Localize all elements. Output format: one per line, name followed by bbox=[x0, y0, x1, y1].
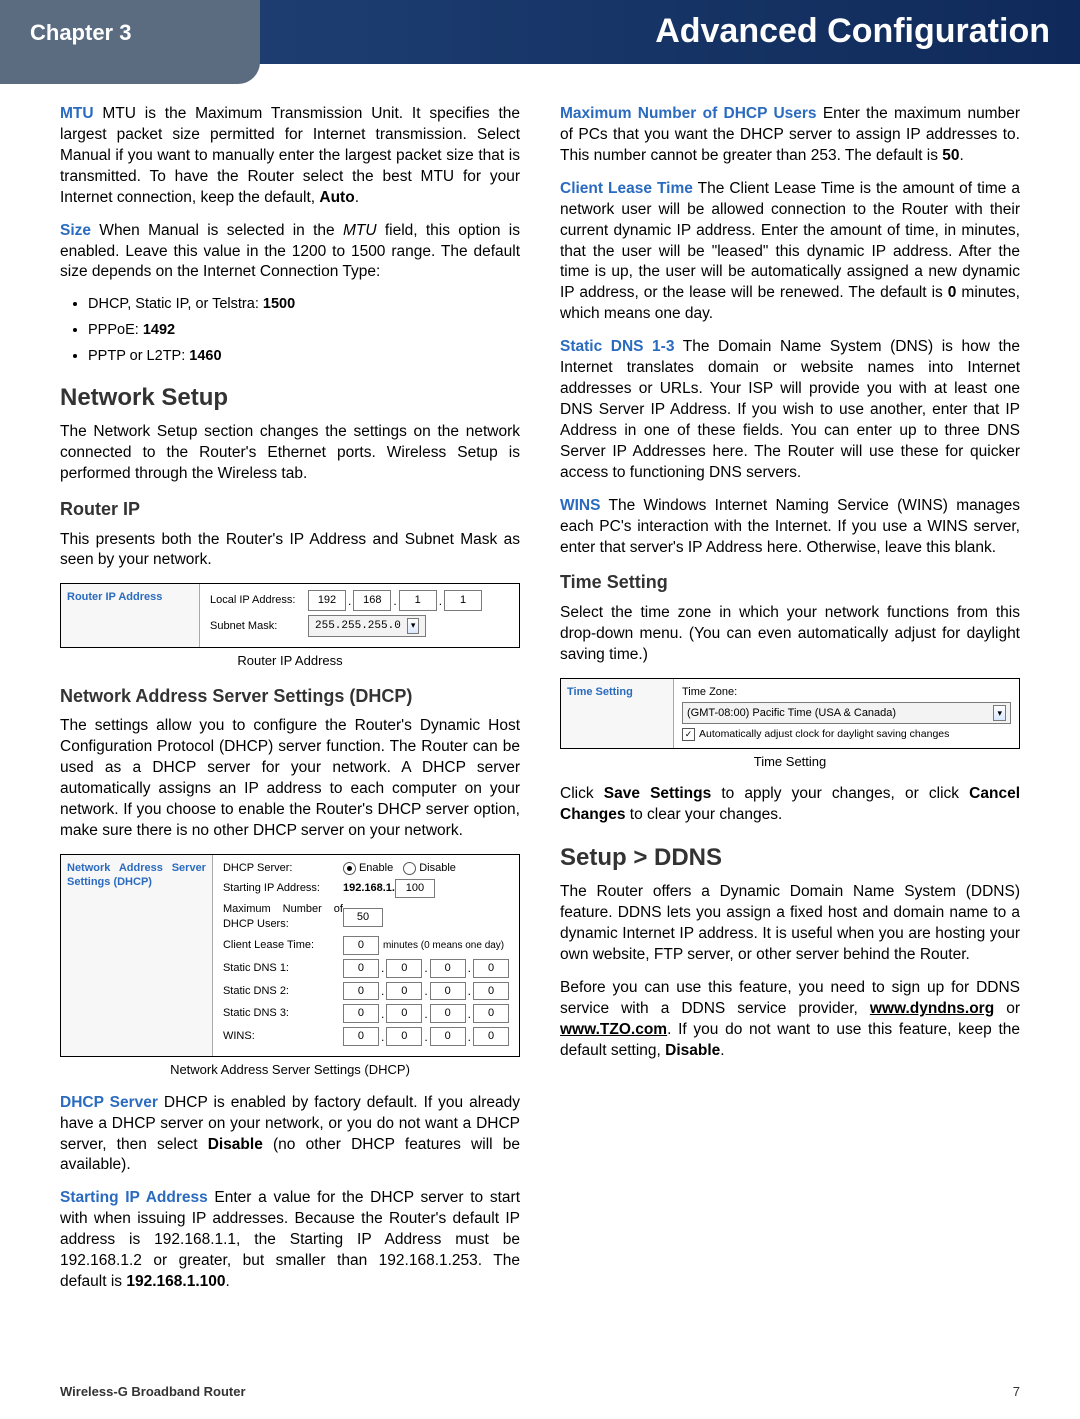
time-setting-paragraph: Select the time zone in which your netwo… bbox=[560, 603, 1020, 666]
wins-octet[interactable]: 0 bbox=[473, 1027, 509, 1046]
dhcp-heading: Network Address Server Settings (DHCP) bbox=[60, 684, 520, 708]
dhcp-server-option-paragraph: DHCP Server DHCP is enabled by factory d… bbox=[60, 1093, 520, 1177]
figure-caption: Network Address Server Settings (DHCP) bbox=[60, 1061, 520, 1079]
mtu-term: MTU bbox=[60, 105, 94, 122]
figure-time-setting: Time Setting Time Zone: (GMT-08:00) Paci… bbox=[560, 678, 1020, 749]
page-header: Chapter 3 Advanced Configuration bbox=[0, 0, 1080, 64]
dns-octet[interactable]: 0 bbox=[343, 1004, 379, 1023]
size-term: Size bbox=[60, 222, 91, 239]
time-setting-heading: Time Setting bbox=[560, 570, 1020, 594]
lease-time-label: Client Lease Time: bbox=[223, 938, 343, 953]
network-setup-heading: Network Setup bbox=[60, 382, 520, 414]
static-dns1-label: Static DNS 1: bbox=[223, 961, 343, 976]
lease-time-paragraph: Client Lease Time The Client Lease Time … bbox=[560, 179, 1020, 325]
figure-caption: Router IP Address bbox=[60, 652, 520, 670]
link-tzo[interactable]: www.TZO.com bbox=[560, 1021, 667, 1038]
wins-octet[interactable]: 0 bbox=[386, 1027, 422, 1046]
ddns-paragraph-1: The Router offers a Dynamic Domain Name … bbox=[560, 882, 1020, 966]
dst-checkbox-row[interactable]: ✓ Automatically adjust clock for dayligh… bbox=[682, 727, 1011, 741]
timezone-label: Time Zone: bbox=[682, 685, 1011, 700]
list-item: DHCP, Static IP, or Telstra: 1500 bbox=[88, 295, 520, 315]
dns-octet[interactable]: 0 bbox=[386, 1004, 422, 1023]
static-dns3-label: Static DNS 3: bbox=[223, 1006, 343, 1021]
page-body: MTU MTU is the Maximum Transmission Unit… bbox=[0, 64, 1080, 1374]
dns-octet[interactable]: 0 bbox=[343, 982, 379, 1001]
figure-side-label: Time Setting bbox=[561, 679, 674, 748]
chapter-label: Chapter 3 bbox=[0, 0, 260, 84]
figure-side-label: Network Address Server Settings (DHCP) bbox=[61, 855, 213, 1057]
wins-octet[interactable]: 0 bbox=[343, 1027, 379, 1046]
starting-ip-input[interactable]: 100 bbox=[395, 879, 435, 898]
static-dns-paragraph: Static DNS 1-3 The Domain Name System (D… bbox=[560, 337, 1020, 483]
link-dyndns[interactable]: www.dyndns.org bbox=[870, 1000, 994, 1017]
max-users-input[interactable]: 50 bbox=[343, 908, 383, 927]
figure-dhcp: Network Address Server Settings (DHCP) D… bbox=[60, 854, 520, 1058]
local-ip-label: Local IP Address: bbox=[210, 593, 308, 608]
figure-caption: Time Setting bbox=[560, 753, 1020, 771]
timezone-select[interactable]: (GMT-08:00) Pacific Time (USA & Canada) … bbox=[682, 702, 1011, 724]
lease-time-input[interactable]: 0 bbox=[343, 936, 379, 955]
dhcp-paragraph: The settings allow you to configure the … bbox=[60, 716, 520, 842]
size-paragraph: Size When Manual is selected in the MTU … bbox=[60, 221, 520, 284]
dhcp-enable-radio[interactable]: Enable bbox=[343, 861, 393, 876]
ip-octet-4[interactable]: 1 bbox=[444, 590, 482, 611]
dns-octet[interactable]: 0 bbox=[430, 1004, 466, 1023]
dns-octet[interactable]: 0 bbox=[473, 1004, 509, 1023]
subnet-mask-select[interactable]: 255.255.255.0 ▾ bbox=[308, 615, 426, 637]
ip-octet-2[interactable]: 168 bbox=[353, 590, 391, 611]
dns-octet[interactable]: 0 bbox=[386, 959, 422, 978]
list-item: PPTP or L2TP: 1460 bbox=[88, 347, 520, 367]
router-ip-paragraph: This presents both the Router's IP Addre… bbox=[60, 530, 520, 572]
page-title: Advanced Configuration bbox=[655, 12, 1050, 51]
network-setup-paragraph: The Network Setup section changes the se… bbox=[60, 422, 520, 485]
checkbox-icon: ✓ bbox=[682, 728, 695, 741]
max-users-paragraph: Maximum Number of DHCP Users Enter the m… bbox=[560, 104, 1020, 167]
starting-ip-label: Starting IP Address: bbox=[223, 881, 343, 896]
dns-octet[interactable]: 0 bbox=[473, 959, 509, 978]
chevron-down-icon: ▾ bbox=[407, 618, 420, 634]
dns-octet[interactable]: 0 bbox=[473, 982, 509, 1001]
list-item: PPPoE: 1492 bbox=[88, 321, 520, 341]
mtu-paragraph: MTU MTU is the Maximum Transmission Unit… bbox=[60, 104, 520, 209]
dns-octet[interactable]: 0 bbox=[430, 982, 466, 1001]
router-ip-heading: Router IP bbox=[60, 497, 520, 521]
save-changes-paragraph: Click Save Settings to apply your change… bbox=[560, 784, 1020, 826]
dns-octet[interactable]: 0 bbox=[430, 959, 466, 978]
dhcp-server-label: DHCP Server: bbox=[223, 861, 343, 876]
dhcp-disable-radio[interactable]: Disable bbox=[403, 861, 456, 876]
ip-octet-1[interactable]: 192 bbox=[308, 590, 346, 611]
wins-octet[interactable]: 0 bbox=[430, 1027, 466, 1046]
wins-label: WINS: bbox=[223, 1029, 343, 1044]
size-list: DHCP, Static IP, or Telstra: 1500 PPPoE:… bbox=[70, 295, 520, 366]
subnet-mask-label: Subnet Mask: bbox=[210, 619, 308, 634]
starting-ip-paragraph: Starting IP Address Enter a value for th… bbox=[60, 1188, 520, 1293]
dns-octet[interactable]: 0 bbox=[386, 982, 422, 1001]
max-users-label: Maximum Number of DHCP Users: bbox=[223, 902, 343, 932]
figure-router-ip: Router IP Address Local IP Address: 192.… bbox=[60, 583, 520, 648]
wins-paragraph: WINS The Windows Internet Naming Service… bbox=[560, 496, 1020, 559]
dns-octet[interactable]: 0 bbox=[343, 959, 379, 978]
chevron-down-icon: ▾ bbox=[993, 705, 1006, 721]
ddns-heading: Setup > DDNS bbox=[560, 842, 1020, 874]
ddns-paragraph-2: Before you can use this feature, you nee… bbox=[560, 978, 1020, 1062]
figure-side-label: Router IP Address bbox=[61, 584, 200, 647]
static-dns2-label: Static DNS 2: bbox=[223, 984, 343, 999]
ip-octet-3[interactable]: 1 bbox=[399, 590, 437, 611]
